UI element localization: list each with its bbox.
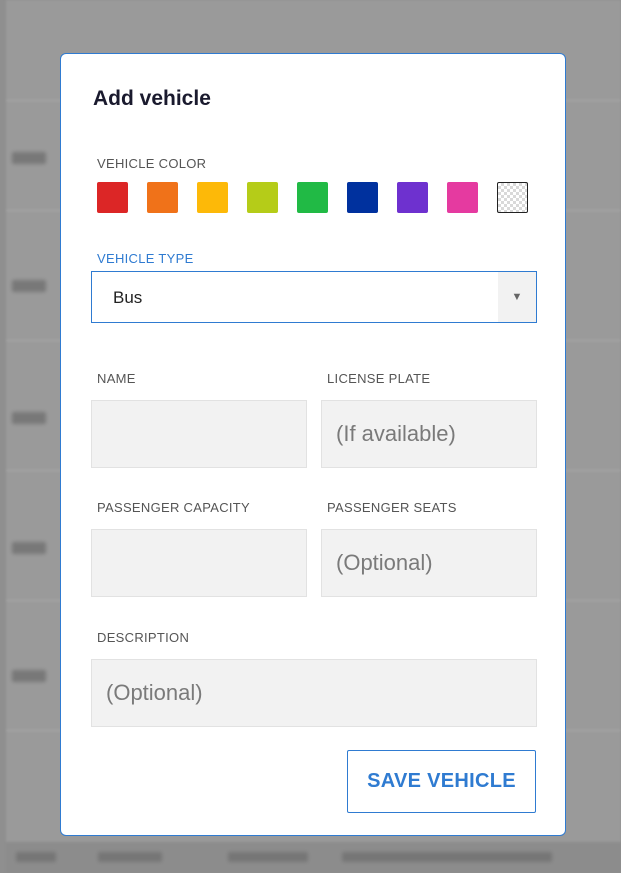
background-text — [16, 852, 56, 862]
color-swatch[interactable] — [197, 182, 228, 213]
description-input[interactable] — [92, 660, 536, 726]
passenger-seats-field[interactable] — [321, 529, 537, 597]
color-swatch[interactable] — [497, 182, 528, 213]
color-swatch[interactable] — [447, 182, 478, 213]
color-swatch[interactable] — [147, 182, 178, 213]
background-text — [228, 852, 308, 862]
vehicle-type-value: Bus — [113, 288, 143, 307]
save-vehicle-button[interactable]: SAVE VEHICLE — [347, 750, 536, 813]
color-swatch[interactable] — [97, 182, 128, 213]
passenger-capacity-field[interactable] — [91, 529, 307, 597]
passenger-capacity-input[interactable] — [92, 530, 306, 596]
description-field[interactable] — [91, 659, 537, 727]
vehicle-color-label: VEHICLE COLOR — [97, 156, 207, 171]
license-plate-label: LICENSE PLATE — [327, 371, 431, 386]
background-footer — [6, 842, 621, 873]
color-swatch[interactable] — [347, 182, 378, 213]
background-text — [342, 852, 552, 862]
vehicle-type-select[interactable]: Bus ▼ — [91, 271, 537, 323]
add-vehicle-modal: Add vehicle VEHICLE COLOR VEHICLE TYPE B… — [60, 53, 566, 836]
color-swatch[interactable] — [397, 182, 428, 213]
license-plate-input[interactable] — [322, 401, 536, 467]
passenger-seats-input[interactable] — [322, 530, 536, 596]
background-text — [98, 852, 162, 862]
passenger-capacity-label: PASSENGER CAPACITY — [97, 500, 251, 515]
background-text — [12, 412, 46, 424]
background-text — [12, 152, 46, 164]
chevron-down-icon[interactable]: ▼ — [498, 272, 536, 322]
color-swatch[interactable] — [297, 182, 328, 213]
description-label: DESCRIPTION — [97, 630, 190, 645]
name-field[interactable] — [91, 400, 307, 468]
color-swatch[interactable] — [247, 182, 278, 213]
background-text — [12, 280, 46, 292]
vehicle-type-label: VEHICLE TYPE — [97, 251, 194, 266]
passenger-seats-label: PASSENGER SEATS — [327, 500, 457, 515]
license-plate-field[interactable] — [321, 400, 537, 468]
modal-title: Add vehicle — [93, 87, 211, 110]
background-text — [12, 542, 46, 554]
name-label: NAME — [97, 371, 136, 386]
name-input[interactable] — [92, 401, 306, 467]
background-text — [12, 670, 46, 682]
